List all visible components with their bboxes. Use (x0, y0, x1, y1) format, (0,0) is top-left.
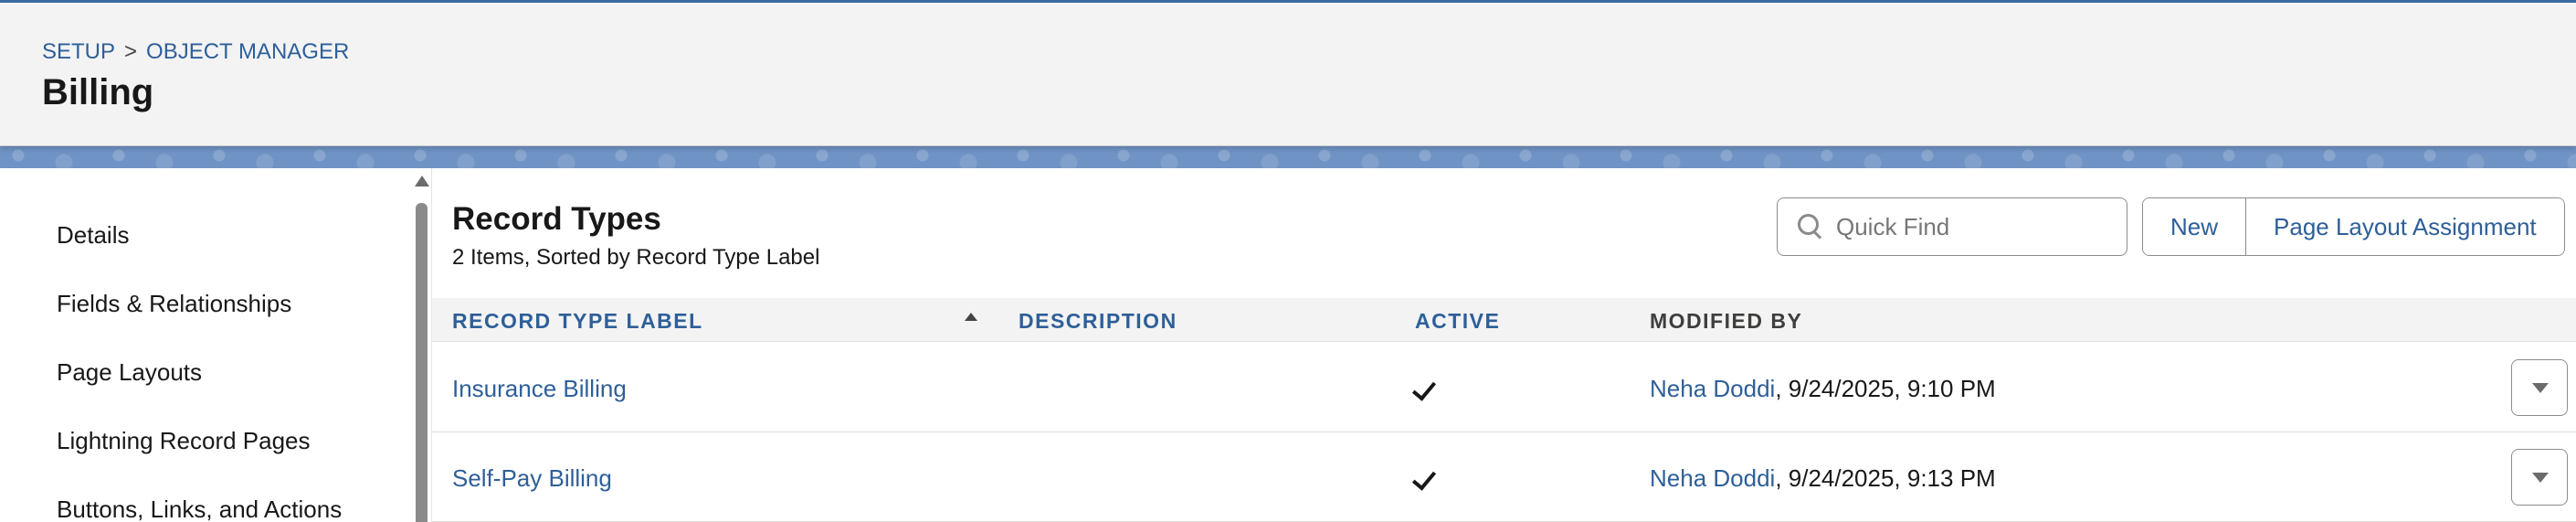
sidebar-item-page-layouts[interactable]: Page Layouts (57, 358, 202, 387)
row-actions-button[interactable] (2511, 449, 2568, 506)
table-row: Insurance Billing Neha Doddi, 9/24/2025,… (432, 343, 2576, 432)
page-title: Billing (42, 72, 154, 112)
sidebar-scrollbar[interactable] (413, 174, 429, 522)
sidebar: Details Fields & Relationships Page Layo… (0, 168, 431, 522)
scrollbar-thumb[interactable] (416, 203, 428, 522)
record-type-label-link[interactable]: Self-Pay Billing (452, 464, 612, 493)
modified-by: Neha Doddi, 9/24/2025, 9:10 PM (1650, 375, 1996, 403)
record-type-label-link[interactable]: Insurance Billing (452, 375, 627, 403)
new-button[interactable]: New (2143, 198, 2246, 255)
sidebar-item-lightning-record-pages[interactable]: Lightning Record Pages (57, 427, 311, 455)
modified-by-user-link[interactable]: Neha Doddi (1650, 375, 1775, 402)
column-header-modified-by: MODIFIED BY (1650, 309, 1803, 333)
section-subtitle: 2 Items, Sorted by Record Type Label (452, 245, 820, 270)
section-title: Record Types (452, 201, 661, 237)
page-layout-assignment-button[interactable]: Page Layout Assignment (2245, 198, 2564, 255)
search-icon (1798, 214, 1823, 240)
decorative-pattern-band (0, 146, 2576, 168)
main-content: Record Types 2 Items, Sorted by Record T… (431, 168, 2576, 522)
row-actions-button[interactable] (2511, 359, 2568, 416)
breadcrumb-object-manager[interactable]: OBJECT MANAGER (146, 39, 349, 65)
modified-by-user-link[interactable]: Neha Doddi (1650, 464, 1775, 492)
sidebar-item-details[interactable]: Details (57, 221, 129, 250)
check-icon (1415, 376, 1439, 399)
scroll-up-arrow-icon[interactable] (415, 176, 429, 186)
table-header: RECORD TYPE LABEL DESCRIPTION ACTIVE MOD… (432, 298, 2576, 342)
column-header-record-type-label[interactable]: RECORD TYPE LABEL (452, 309, 703, 334)
action-button-group: New Page Layout Assignment (2142, 197, 2565, 256)
quick-find-input[interactable] (1836, 212, 2110, 241)
page-header: SETUP > OBJECT MANAGER Billing (0, 0, 2576, 146)
breadcrumb-setup[interactable]: SETUP (42, 39, 115, 65)
sidebar-item-fields-relationships[interactable]: Fields & Relationships (57, 290, 291, 318)
sidebar-item-buttons-links-actions[interactable]: Buttons, Links, and Actions (57, 495, 342, 522)
table-row: Self-Pay Billing Neha Doddi, 9/24/2025, … (432, 432, 2576, 522)
column-header-description[interactable]: DESCRIPTION (1019, 309, 1177, 334)
breadcrumb: SETUP > OBJECT MANAGER (42, 39, 349, 65)
sort-ascending-icon[interactable] (965, 313, 977, 321)
breadcrumb-separator: > (124, 39, 138, 64)
modified-date: , 9/24/2025, 9:13 PM (1775, 464, 1996, 492)
modified-date: , 9/24/2025, 9:10 PM (1775, 375, 1996, 402)
column-header-active[interactable]: ACTIVE (1415, 309, 1500, 334)
quick-find-box[interactable] (1777, 197, 2127, 256)
check-icon (1415, 465, 1439, 489)
modified-by: Neha Doddi, 9/24/2025, 9:13 PM (1650, 464, 1996, 493)
